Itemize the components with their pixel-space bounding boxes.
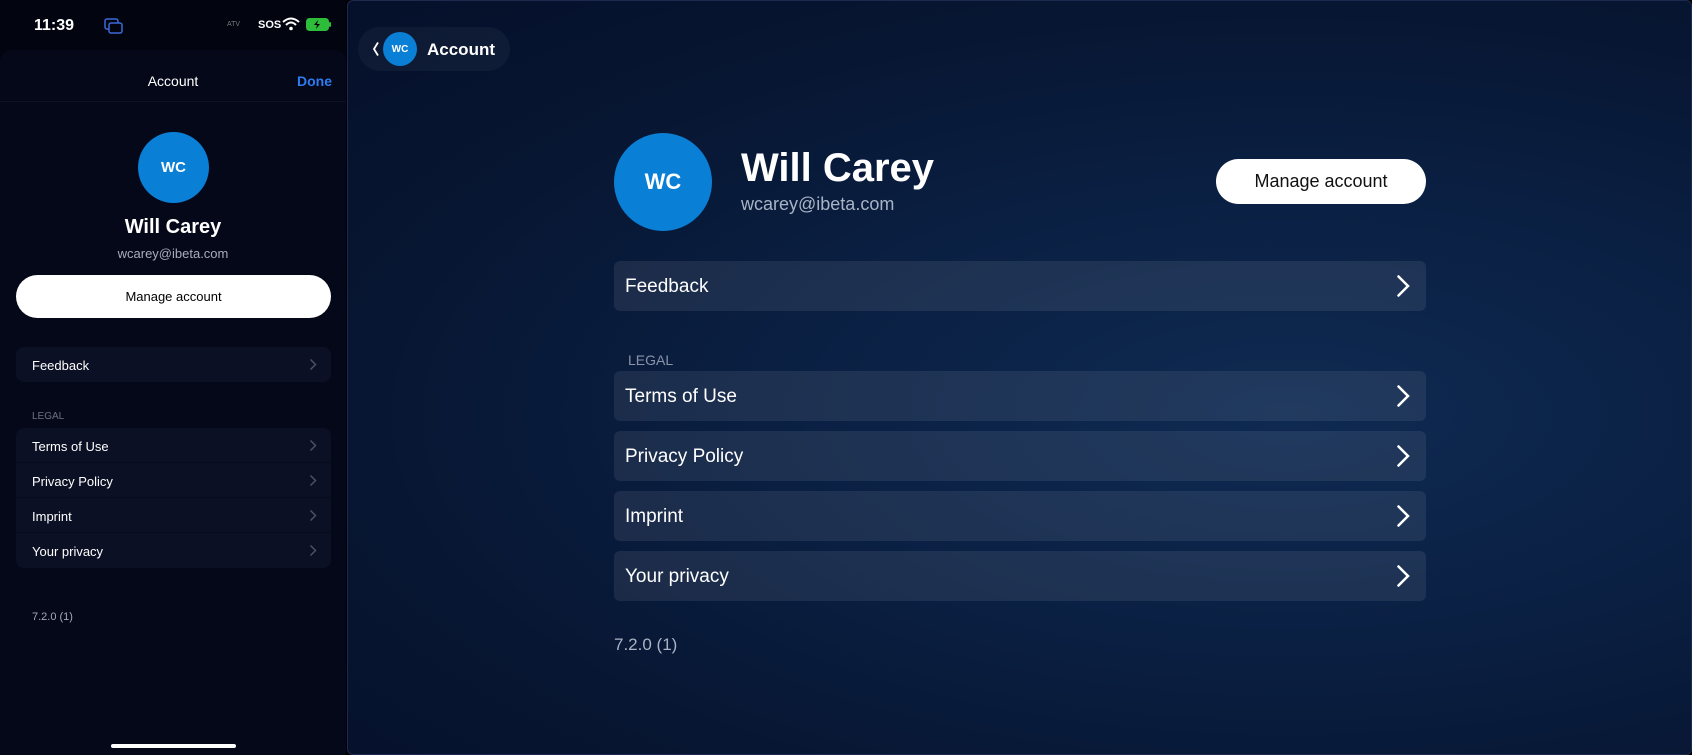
done-button[interactable]: Done [297, 73, 332, 89]
terms-of-use-row[interactable]: Terms of Use [16, 428, 331, 463]
imprint-row[interactable]: Imprint [614, 491, 1426, 541]
imprint-label: Imprint [32, 509, 72, 524]
home-indicator[interactable] [111, 744, 236, 748]
imprint-label: Imprint [625, 506, 684, 527]
chevron-right-icon [1397, 445, 1410, 467]
feedback-label: Feedback [32, 358, 90, 373]
copy-windows-icon [104, 18, 123, 34]
feedback-row[interactable]: Feedback [614, 261, 1426, 311]
profile-name: Will Carey [741, 146, 935, 190]
chevron-right-icon [309, 509, 317, 522]
privacy-policy-label: Privacy Policy [32, 474, 113, 489]
manage-account-button[interactable]: Manage account [16, 275, 331, 318]
terms-of-use-label: Terms of Use [625, 386, 737, 407]
privacy-policy-label: Privacy Policy [625, 446, 744, 467]
status-sos: SOS [258, 19, 282, 31]
nav-title: Account [427, 40, 495, 59]
wifi-icon [282, 17, 300, 31]
your-privacy-row[interactable]: Your privacy [614, 551, 1426, 601]
battery-charging-icon [306, 18, 331, 31]
chevron-right-icon [1397, 275, 1410, 297]
terms-of-use-label: Terms of Use [32, 439, 109, 454]
profile-email: wcarey@ibeta.com [741, 194, 895, 214]
manage-account-button[interactable]: Manage account [1216, 159, 1426, 204]
chevron-right-icon [309, 474, 317, 487]
feedback-group: Feedback [16, 347, 331, 382]
app-version: 7.2.0 (1) [32, 611, 73, 623]
avatar-initials: WC [161, 159, 186, 176]
chevron-right-icon [309, 544, 317, 557]
your-privacy-row[interactable]: Your privacy [16, 533, 331, 568]
account-nav-pill[interactable]: WC Account [358, 27, 510, 71]
status-mini-text: ATV [227, 21, 241, 28]
legal-group: Terms of Use Privacy Policy Imprint Your… [16, 428, 331, 568]
tablet-screen: WC Account WC Will Carey wcarey@ibeta.co… [347, 0, 1692, 755]
phone-screen: 11:39 ATV SOS Account Done WC Will Carey… [0, 0, 346, 755]
avatar-initials: WC [391, 43, 409, 55]
chevron-right-icon [309, 358, 317, 371]
imprint-row[interactable]: Imprint [16, 498, 331, 533]
chevron-left-icon[interactable] [372, 41, 380, 57]
account-sheet: Account Done WC Will Carey wcarey@ibeta.… [0, 50, 346, 755]
app-version: 7.2.0 (1) [614, 635, 678, 654]
status-bar: 11:39 ATV SOS [0, 0, 346, 50]
status-time: 11:39 [34, 17, 75, 34]
sheet-title: Account [147, 73, 199, 89]
legal-header: LEGAL [628, 352, 674, 368]
feedback-row[interactable]: Feedback [16, 347, 331, 382]
profile-avatar: WC [614, 133, 712, 231]
chevron-right-icon [1397, 565, 1410, 587]
profile-email: wcarey@ibeta.com [117, 246, 229, 261]
feedback-label: Feedback [625, 276, 709, 297]
terms-of-use-row[interactable]: Terms of Use [614, 371, 1426, 421]
your-privacy-label: Your privacy [625, 566, 729, 587]
chevron-right-icon [1397, 385, 1410, 407]
avatar: WC [383, 32, 417, 66]
chevron-right-icon [309, 439, 317, 452]
profile-name: Will Carey [124, 216, 222, 238]
sheet-header: Account Done [0, 50, 346, 102]
chevron-right-icon [1397, 505, 1410, 527]
avatar: WC [138, 132, 209, 203]
avatar-initials: WC [644, 169, 682, 194]
your-privacy-label: Your privacy [32, 544, 104, 559]
privacy-policy-row[interactable]: Privacy Policy [16, 463, 331, 498]
legal-header: LEGAL [32, 411, 65, 422]
privacy-policy-row[interactable]: Privacy Policy [614, 431, 1426, 481]
